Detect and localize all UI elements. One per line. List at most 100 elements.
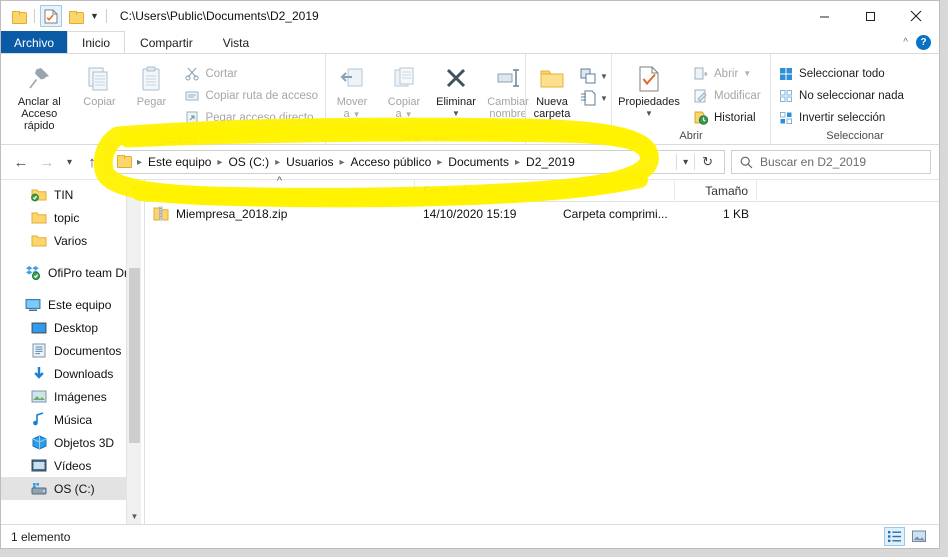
sidebar-item-topic[interactable]: topic xyxy=(1,206,141,229)
desktop-icon xyxy=(31,320,47,336)
invert-selection-button[interactable]: Invertir selección xyxy=(775,107,907,128)
move-to-button[interactable]: Mover a ▼ xyxy=(326,60,378,123)
move-to-icon xyxy=(339,62,365,96)
tab-archivo[interactable]: Archivo xyxy=(1,31,67,53)
breadcrumb-separator-icon[interactable]: ▸ xyxy=(337,157,348,168)
large-icons-view-button[interactable] xyxy=(908,527,929,546)
sidebar-item-ofipro-team-drop[interactable]: OfiPro team Drop xyxy=(1,261,141,284)
column-header-fecha[interactable]: Fecha de modificación xyxy=(415,180,555,202)
history-label: Historial xyxy=(714,112,756,124)
minimize-button[interactable] xyxy=(801,1,847,31)
new-folder-button[interactable]: Nueva carpeta xyxy=(526,60,578,122)
sidebar-item-videos[interactable]: Vídeos xyxy=(1,454,141,477)
pin-to-quick-access-button[interactable]: Anclar al Acceso rápido xyxy=(5,60,73,134)
chevron-down-icon[interactable]: ▼ xyxy=(600,94,608,103)
sidebar-item-os-c[interactable]: OS (C:) xyxy=(1,477,141,500)
scroll-down-arrow-icon[interactable]: ▼ xyxy=(127,509,141,524)
tab-vista[interactable]: Vista xyxy=(208,31,264,53)
column-header-tamano[interactable]: Tamaño xyxy=(675,180,757,202)
sidebar-item-label: Vídeos xyxy=(54,459,91,473)
sidebar-item-varios[interactable]: Varios xyxy=(1,229,141,252)
paste-button[interactable]: Pegar xyxy=(125,60,177,110)
chevron-down-icon[interactable]: ▼ xyxy=(645,108,653,120)
up-button[interactable]: ↑ xyxy=(80,150,104,174)
select-none-button[interactable]: No seleccionar nada xyxy=(775,85,907,106)
select-all-button[interactable]: Seleccionar todo xyxy=(775,63,907,84)
navigation-pane-scrollbar[interactable]: ▲ ▼ xyxy=(126,180,141,524)
chevron-down-icon[interactable]: ▼ xyxy=(600,72,608,81)
scroll-up-arrow-icon[interactable]: ▲ xyxy=(127,180,141,195)
search-input[interactable]: Buscar en D2_2019 xyxy=(760,155,866,169)
chevron-down-icon[interactable]: ▼ xyxy=(743,69,751,78)
sidebar-item-este-equipo[interactable]: Este equipo xyxy=(1,293,141,316)
status-bar: 1 elemento xyxy=(1,524,939,548)
qat-folder-button[interactable] xyxy=(64,5,86,27)
breadcrumb[interactable]: ▸ Este equipo ▸ OS (C:) ▸ Usuarios ▸ Acc… xyxy=(110,150,725,174)
edit-button[interactable]: Modificar xyxy=(690,85,764,106)
breadcrumb-separator-icon[interactable]: ▸ xyxy=(214,157,225,168)
scissors-icon xyxy=(184,66,200,82)
breadcrumb-item-documents[interactable]: Documents xyxy=(445,155,512,169)
cut-button[interactable]: Cortar xyxy=(181,63,321,84)
breadcrumb-item-d2-2019[interactable]: D2_2019 xyxy=(523,155,578,169)
sidebar-item-objetos-3d[interactable]: Objetos 3D xyxy=(1,431,141,454)
easy-access-button[interactable]: ▼ xyxy=(580,90,608,106)
chevron-down-icon: ▼ xyxy=(405,110,413,119)
sidebar-item-downloads[interactable]: Downloads xyxy=(1,362,141,385)
new-folder-icon xyxy=(538,62,566,96)
back-button[interactable]: ← xyxy=(9,150,33,174)
breadcrumb-item-este-equipo[interactable]: Este equipo xyxy=(145,155,214,169)
qat-customize-chevron-icon[interactable]: ▼ xyxy=(88,11,101,21)
properties-icon xyxy=(637,62,661,96)
copy-to-button[interactable]: Copiar a ▼ xyxy=(378,60,430,123)
column-header-tipo[interactable]: Tipo xyxy=(555,180,675,202)
close-button[interactable] xyxy=(893,1,939,31)
refresh-icon[interactable]: ↻ xyxy=(695,154,720,170)
delete-button[interactable]: Eliminar ▼ xyxy=(430,60,482,122)
history-button[interactable]: Historial xyxy=(690,107,764,128)
pin-label-line2: Acceso rápido xyxy=(11,108,67,132)
sidebar-item-desktop[interactable]: Desktop xyxy=(1,316,141,339)
table-row[interactable]: Miempresa_2018.zip 14/10/2020 15:19 Carp… xyxy=(145,202,939,226)
tab-compartir[interactable]: Compartir xyxy=(125,31,208,53)
breadcrumb-separator-icon[interactable]: ▸ xyxy=(512,157,523,168)
sidebar-item-musica[interactable]: Música xyxy=(1,408,141,431)
chevron-down-icon[interactable]: ▼ xyxy=(452,108,460,120)
sidebar-item-documentos[interactable]: Documentos xyxy=(1,339,141,362)
paste-shortcut-button[interactable]: Pegar acceso directo xyxy=(181,107,321,128)
forward-button[interactable]: → xyxy=(35,150,59,174)
new-folder-label-line1: Nueva xyxy=(536,96,568,108)
collapse-ribbon-chevron-icon[interactable]: ^ xyxy=(903,37,908,48)
breadcrumb-separator-icon[interactable]: ▸ xyxy=(272,157,283,168)
main-area: TIN topic Varios xyxy=(1,179,939,524)
new-item-button[interactable]: ▼ xyxy=(580,68,608,84)
previous-locations-chevron-down-icon[interactable]: ▾ xyxy=(677,157,694,168)
easy-access-icon xyxy=(580,90,597,106)
column-header-nombre[interactable]: Nombre xyxy=(145,180,415,202)
search-box[interactable]: Buscar en D2_2019 xyxy=(731,150,931,174)
help-button[interactable]: ? xyxy=(916,35,931,50)
copy-button[interactable]: Copiar xyxy=(73,60,125,110)
breadcrumb-separator-icon[interactable]: ▸ xyxy=(434,157,445,168)
documents-icon xyxy=(31,343,47,359)
copy-icon xyxy=(86,62,112,96)
open-button[interactable]: Abrir ▼ xyxy=(690,63,764,84)
ribbon-group-label-organizar: Organizar xyxy=(326,128,525,144)
qat-new-folder-button[interactable] xyxy=(7,5,29,27)
qat-properties-button[interactable] xyxy=(40,5,62,27)
tab-inicio[interactable]: Inicio xyxy=(67,31,125,53)
recent-locations-button[interactable]: ▾ xyxy=(61,150,78,174)
copy-path-button[interactable]: Copiar ruta de acceso xyxy=(181,85,321,106)
details-view-button[interactable] xyxy=(884,527,905,546)
breadcrumb-item-os-c[interactable]: OS (C:) xyxy=(225,155,272,169)
sidebar-item-tin[interactable]: TIN xyxy=(1,183,141,206)
sidebar-item-imagenes[interactable]: Imágenes xyxy=(1,385,141,408)
paste-label: Pegar xyxy=(137,96,166,108)
scrollbar-thumb[interactable] xyxy=(129,268,140,443)
sidebar-item-label: Este equipo xyxy=(48,298,111,312)
breadcrumb-item-usuarios[interactable]: Usuarios xyxy=(283,155,336,169)
file-name-cell[interactable]: Miempresa_2018.zip xyxy=(145,202,415,226)
breadcrumb-item-acceso-publico[interactable]: Acceso público xyxy=(348,155,435,169)
maximize-button[interactable] xyxy=(847,1,893,31)
properties-button[interactable]: Propiedades ▼ xyxy=(612,60,686,122)
